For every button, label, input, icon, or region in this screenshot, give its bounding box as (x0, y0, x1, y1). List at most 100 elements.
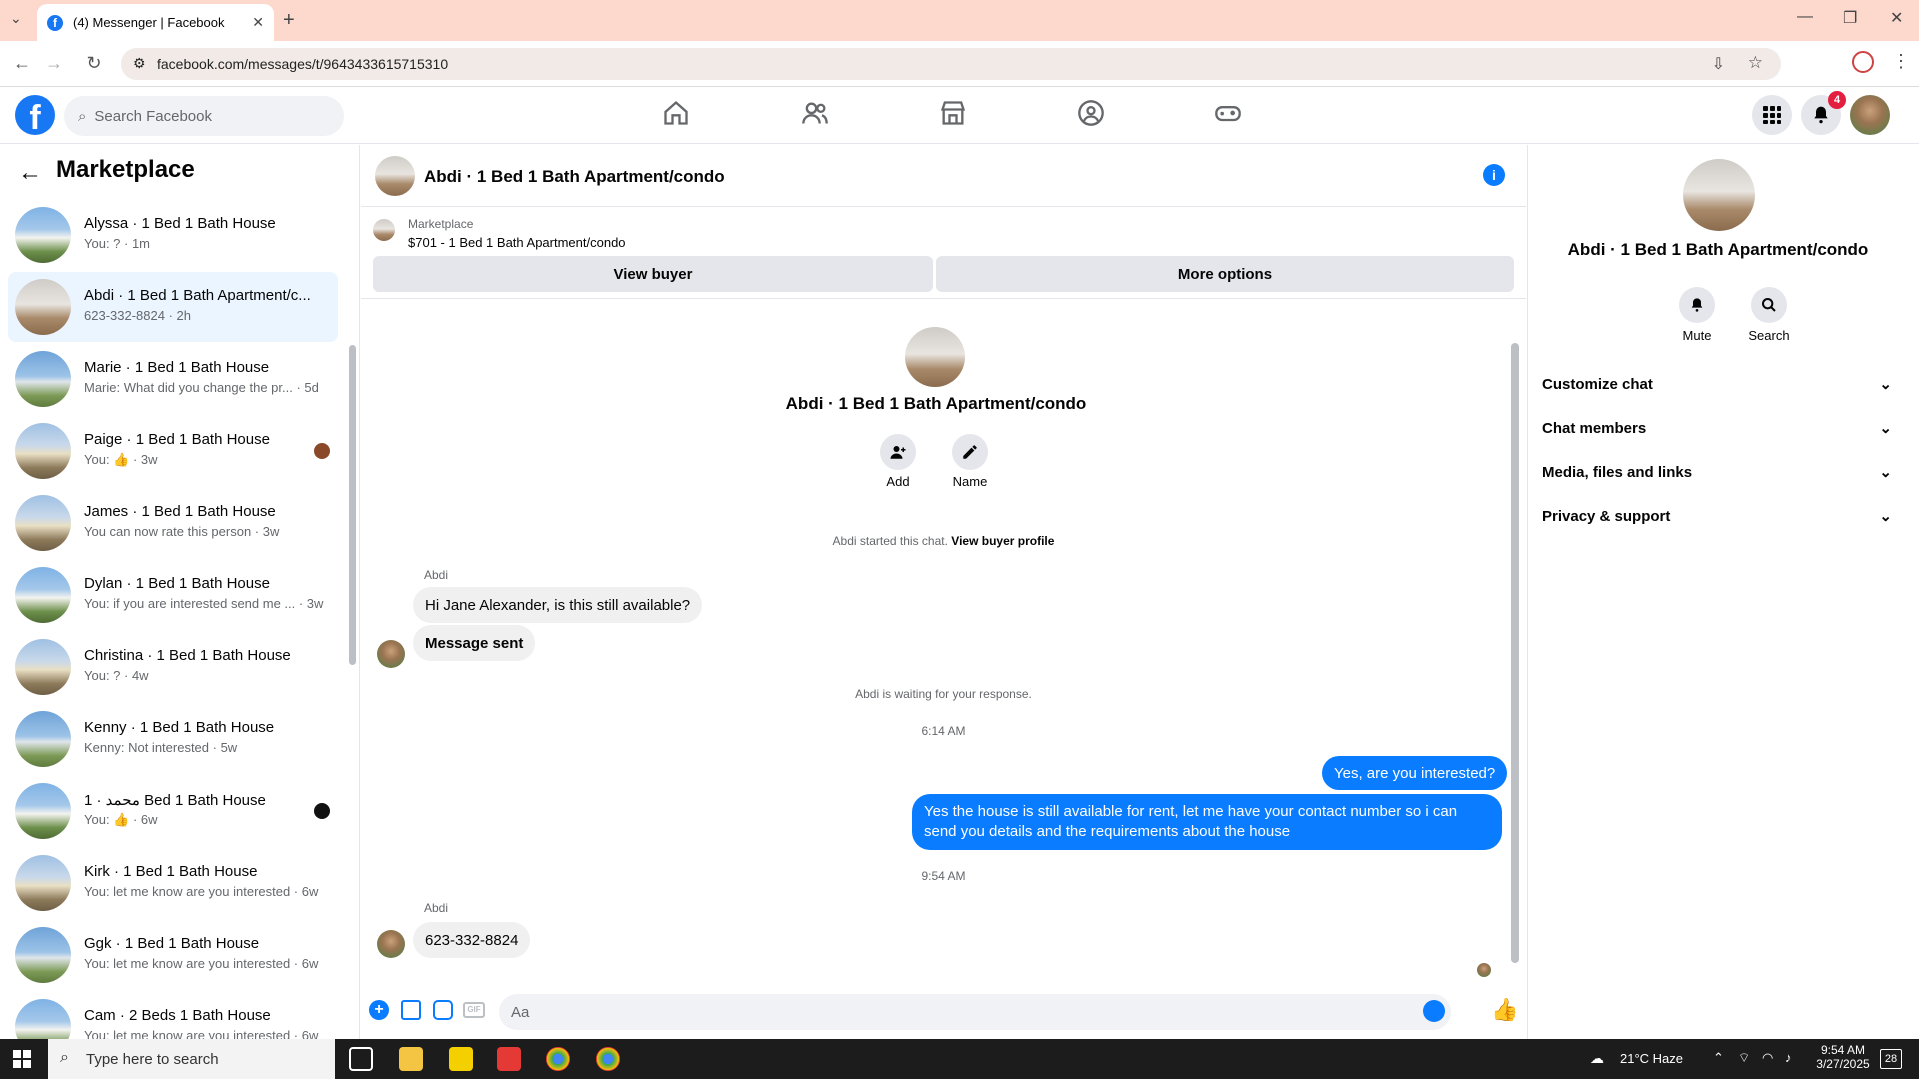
incoming-message[interactable]: Message sent (413, 625, 536, 661)
file-explorer-icon[interactable] (399, 1047, 423, 1071)
emoji-icon[interactable] (1423, 1000, 1445, 1022)
incoming-message[interactable]: 623-332-8824 (413, 922, 531, 958)
chat-members-row[interactable]: Chat members ⌄ (1542, 410, 1892, 446)
back-arrow-icon[interactable]: ← (18, 159, 42, 187)
incoming-message[interactable]: Hi Jane Alexander, is this still availab… (413, 587, 703, 623)
view-buyer-profile-link[interactable]: View buyer profile (951, 534, 1054, 548)
back-icon[interactable]: ← (10, 51, 34, 75)
profile-avatar[interactable] (905, 327, 965, 387)
app-icon[interactable] (497, 1047, 521, 1071)
customize-chat-row[interactable]: Customize chat ⌄ (1542, 366, 1892, 402)
site-info-icon[interactable]: ⚙ (133, 55, 146, 72)
sender-avatar[interactable] (377, 930, 405, 958)
conversation-info-icon[interactable]: i (1483, 164, 1505, 186)
gif-icon[interactable]: GIF (463, 1002, 485, 1018)
gaming-icon[interactable] (1214, 99, 1246, 131)
conversation-item[interactable]: James · 1 Bed 1 Bath House You can now ra… (8, 488, 338, 558)
wifi-icon[interactable]: ◠ (1762, 1050, 1773, 1066)
conversation-item[interactable]: Cam · 2 Beds 1 Bath House You: let me kno… (8, 992, 338, 1039)
conversation-snippet: You: 👍 · 6w (84, 812, 158, 827)
task-view-icon[interactable] (349, 1047, 373, 1071)
conversation-item[interactable]: Alyssa · 1 Bed 1 Bath House You: ? · 1m (8, 200, 338, 270)
volume-icon[interactable]: ♪ (1785, 1050, 1792, 1065)
conversation-item[interactable]: Paige · 1 Bed 1 Bath House You: 👍 · 3w (8, 416, 338, 486)
sender-avatar[interactable] (377, 640, 405, 668)
menu-grid-icon[interactable] (1752, 95, 1792, 135)
account-avatar[interactable] (1850, 95, 1890, 135)
bookmark-star-icon[interactable]: ☆ (1748, 53, 1763, 73)
sticky-notes-icon[interactable] (449, 1047, 473, 1071)
reload-icon[interactable]: ↻ (82, 51, 106, 75)
conversation-snippet: You can now rate this person · 3w (84, 524, 280, 539)
facebook-header: f ⌕ Search Facebook (0, 87, 1919, 144)
outgoing-message[interactable]: Yes, are you interested? (1322, 756, 1508, 790)
conversation-item[interactable]: محمد · 1 Bed 1 Bath House You: 👍 · 6w (8, 776, 338, 846)
mute-bell-icon[interactable] (1679, 287, 1715, 323)
conversation-item[interactable]: Ggk · 1 Bed 1 Bath House You: let me know… (8, 920, 338, 990)
weather-icon[interactable]: ☁ (1590, 1050, 1604, 1067)
tab-search-icon[interactable]: ⌄ (10, 10, 30, 30)
edit-name-icon[interactable] (952, 434, 988, 470)
search-facebook-input[interactable]: ⌕ Search Facebook (64, 96, 344, 136)
search-in-chat-icon[interactable] (1751, 287, 1787, 323)
outgoing-message[interactable]: Yes the house is still available for ren… (912, 794, 1502, 850)
media-files-links-row[interactable]: Media, files and links ⌄ (1542, 454, 1892, 490)
clock[interactable]: 9:54 AM 3/27/2025 (1808, 1043, 1878, 1071)
chrome-icon[interactable] (596, 1047, 620, 1071)
clock-time: 9:54 AM (1820, 1043, 1866, 1057)
chat-avatar[interactable] (375, 156, 415, 196)
url-field[interactable]: ⚙ facebook.com/messages/t/96434336157153… (121, 48, 1781, 80)
conversation-item[interactable]: Marie · 1 Bed 1 Bath House Marie: What di… (8, 344, 338, 414)
add-person-icon[interactable] (880, 434, 916, 470)
chat-title[interactable]: Abdi · 1 Bed 1 Bath Apartment/condo (424, 167, 725, 187)
home-icon[interactable] (662, 99, 694, 131)
notification-center-icon[interactable]: 28 (1880, 1049, 1902, 1069)
chrome-icon[interactable] (546, 1047, 570, 1071)
search-placeholder: Search Facebook (94, 107, 212, 125)
conversation-item[interactable]: Kirk · 1 Bed 1 Bath House You: let me kno… (8, 848, 338, 918)
sticker-icon[interactable] (433, 1000, 453, 1020)
marketplace-icon[interactable] (939, 99, 971, 131)
listing-title[interactable]: $701 - 1 Bed 1 Bath Apartment/condo (408, 235, 626, 250)
clock-date: 3/27/2025 (1816, 1057, 1870, 1071)
profile-icon[interactable] (1852, 51, 1874, 73)
conversation-name: Cam · 2 Beds 1 Bath House (84, 1007, 271, 1024)
sidebar-scrollbar[interactable] (349, 345, 356, 665)
details-avatar[interactable] (1683, 159, 1755, 231)
install-app-icon[interactable]: ⇩ (1712, 54, 1725, 74)
close-window-icon[interactable]: ✕ (1890, 8, 1903, 28)
conversation-name: Dylan · 1 Bed 1 Bath House (84, 575, 270, 592)
conversation-item[interactable]: Dylan · 1 Bed 1 Bath House You: if you ar… (8, 560, 338, 630)
conversation-item[interactable]: Kenny · 1 Bed 1 Bath House Kenny: Not int… (8, 704, 338, 774)
network-icon[interactable]: ⌔ (1738, 1050, 1750, 1066)
facebook-logo-icon[interactable]: f (15, 95, 55, 137)
minimize-icon[interactable]: — (1797, 8, 1813, 26)
conversation-avatar (15, 711, 71, 767)
restore-icon[interactable]: ❐ (1843, 8, 1857, 28)
browser-tab[interactable]: f (4) Messenger | Facebook ✕ (37, 4, 274, 41)
like-thumb-icon[interactable]: 👍 (1491, 997, 1518, 1023)
more-options-button[interactable]: More options (936, 256, 1514, 292)
tray-chevron-icon[interactable]: ⌃ (1713, 1050, 1724, 1066)
close-tab-icon[interactable]: ✕ (252, 14, 264, 31)
taskbar-search-input[interactable]: ⌕ Type here to search (48, 1039, 335, 1079)
marketplace-label: Marketplace (408, 217, 474, 231)
groups-icon[interactable] (1077, 99, 1109, 131)
chat-scrollbar[interactable] (1511, 343, 1519, 963)
browser-menu-icon[interactable]: ⋮ (1892, 51, 1910, 72)
view-buyer-button[interactable]: View buyer (373, 256, 933, 292)
conversation-item[interactable]: Abdi · 1 Bed 1 Bath Apartment/c... 623-33… (8, 272, 338, 342)
notification-count: 28 (1884, 1053, 1898, 1065)
privacy-support-row[interactable]: Privacy & support ⌄ (1542, 498, 1892, 534)
new-tab-icon[interactable]: + (283, 9, 295, 32)
weather-text[interactable]: 21°C Haze (1620, 1051, 1683, 1066)
forward-icon[interactable]: → (42, 51, 66, 75)
conversation-item[interactable]: Christina · 1 Bed 1 Bath House You: ? · 4… (8, 632, 338, 702)
windows-start-icon[interactable] (13, 1050, 31, 1068)
conversation-snippet: Kenny: Not interested · 5w (84, 740, 238, 755)
message-input[interactable]: Aa (499, 994, 1451, 1030)
attach-photo-icon[interactable] (401, 1000, 421, 1020)
friends-icon[interactable] (801, 99, 833, 131)
more-actions-icon[interactable]: + (369, 1000, 389, 1020)
message-placeholder: Aa (511, 1003, 530, 1021)
